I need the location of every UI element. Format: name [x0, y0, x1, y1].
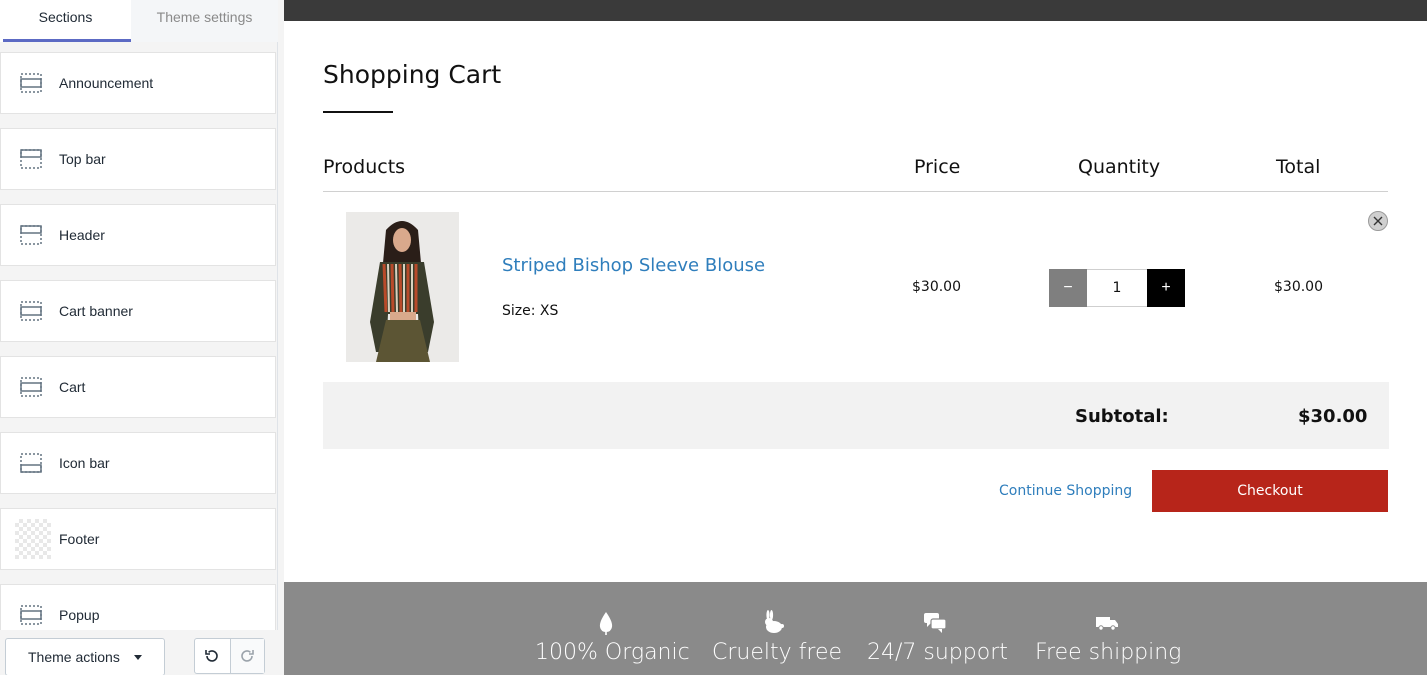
column-header-products: Products — [323, 156, 406, 178]
title-underline — [323, 111, 393, 113]
quantity-decrease-button[interactable]: − — [1049, 269, 1087, 307]
section-layout-icon — [20, 605, 42, 625]
top-strip — [284, 0, 1427, 21]
editor-sidebar: Sections Theme settings Announcement Top… — [0, 0, 278, 675]
product-name-link[interactable]: Striped Bishop Sleeve Blouse — [502, 255, 765, 276]
section-item-cart-banner[interactable]: Cart banner — [0, 280, 276, 342]
leaf-icon — [599, 612, 613, 635]
plus-icon: + — [1161, 279, 1171, 296]
remove-item-button[interactable] — [1368, 211, 1388, 231]
section-item-cart[interactable]: Cart — [0, 356, 276, 418]
feature-support: 24/7 support — [867, 610, 1008, 665]
section-layout-icon — [20, 301, 42, 321]
section-layout-icon — [20, 73, 42, 93]
theme-actions-button[interactable]: Theme actions — [5, 638, 165, 675]
sidebar-footer: Theme actions — [0, 630, 278, 675]
subtotal-value: $30.00 — [1298, 406, 1368, 427]
page-title: Shopping Cart — [323, 60, 502, 89]
truck-icon — [1096, 617, 1118, 631]
feature-label: 24/7 support — [867, 640, 1008, 665]
quantity-increase-button[interactable]: + — [1147, 269, 1185, 307]
theme-actions-label: Theme actions — [28, 649, 120, 665]
subtotal-bar: Subtotal: $30.00 — [323, 382, 1389, 449]
redo-icon — [241, 650, 255, 662]
section-label: Cart banner — [59, 303, 133, 319]
close-icon — [1373, 216, 1383, 226]
feature-organic: 100% Organic — [535, 610, 690, 665]
section-label: Footer — [59, 531, 100, 547]
item-total: $30.00 — [1274, 279, 1323, 295]
section-layout-icon — [20, 377, 42, 397]
column-header-quantity: Quantity — [1078, 156, 1161, 178]
undo-button[interactable] — [195, 639, 230, 673]
footer-thumbnail-icon — [15, 519, 51, 559]
section-label: Announcement — [59, 75, 154, 91]
caret-down-icon — [134, 655, 142, 660]
rabbit-icon — [765, 610, 784, 633]
product-size: Size: XS — [502, 303, 559, 319]
undo-icon — [205, 650, 219, 662]
section-item-icon-bar[interactable]: Icon bar — [0, 432, 276, 494]
feature-cruelty-free: Cruelty free — [712, 610, 843, 665]
section-item-header[interactable]: Header — [0, 204, 276, 266]
column-header-price: Price — [914, 156, 961, 178]
quantity-input[interactable] — [1087, 269, 1147, 307]
subtotal-label: Subtotal: — [1075, 406, 1169, 427]
table-header-divider — [323, 191, 1388, 192]
section-item-footer[interactable]: Footer — [0, 508, 276, 570]
section-layout-icon — [20, 149, 42, 169]
feature-free-shipping: Free shipping — [1035, 610, 1182, 665]
redo-button[interactable] — [229, 639, 264, 673]
tab-sections[interactable]: Sections — [0, 0, 131, 42]
undo-redo-group — [194, 638, 265, 674]
product-image[interactable] — [346, 212, 459, 362]
section-label: Cart — [59, 379, 86, 395]
item-price: $30.00 — [912, 279, 961, 295]
icon-bar: 100% Organic Cruelty free 24/7 support F… — [284, 582, 1427, 675]
sidebar-tabs: Sections Theme settings — [0, 0, 278, 42]
column-header-total: Total — [1276, 156, 1321, 178]
section-item-top-bar[interactable]: Top bar — [0, 128, 276, 190]
section-label: Header — [59, 227, 105, 243]
section-label: Top bar — [59, 151, 106, 167]
feature-label: 100% Organic — [535, 640, 690, 665]
product-photo — [346, 212, 459, 362]
store-preview: Shopping Cart Products Price Quantity To… — [284, 0, 1427, 675]
checkout-button[interactable]: Checkout — [1152, 470, 1388, 512]
section-item-announcement[interactable]: Announcement — [0, 52, 276, 114]
section-layout-icon — [20, 225, 42, 245]
tab-theme-settings[interactable]: Theme settings — [131, 0, 278, 42]
theme-editor: Sections Theme settings Announcement Top… — [0, 0, 1427, 675]
section-label: Icon bar — [59, 455, 110, 471]
chat-icon — [924, 613, 947, 633]
continue-shopping-link[interactable]: Continue Shopping — [999, 483, 1132, 499]
feature-label: Free shipping — [1035, 640, 1182, 665]
section-layout-icon — [20, 453, 42, 473]
minus-icon: − — [1063, 279, 1073, 296]
feature-label: Cruelty free — [712, 640, 843, 665]
